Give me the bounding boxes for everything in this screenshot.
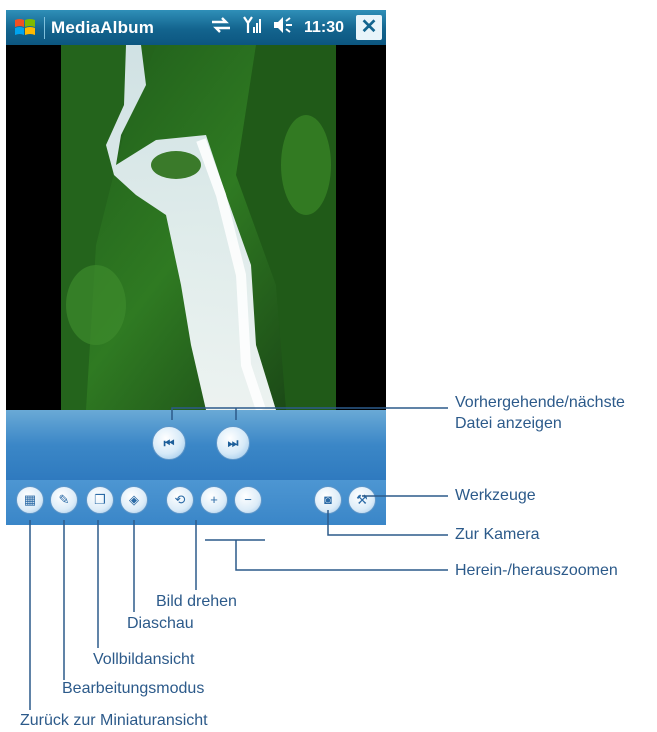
label-slideshow: Diaschau — [127, 615, 194, 632]
windows-start-icon[interactable] — [12, 15, 38, 41]
label-prev-next-line1: Vorhergehende/nächste — [455, 394, 625, 411]
sync-arrows-icon[interactable] — [210, 16, 232, 39]
tools-button[interactable]: ⚒ — [348, 486, 376, 514]
app-title: MediaAlbum — [51, 17, 155, 37]
zoom-in-button[interactable]: + — [200, 486, 228, 514]
fullscreen-button[interactable]: ❐ — [86, 486, 114, 514]
slideshow-button[interactable]: ◈ — [120, 486, 148, 514]
toolbar: ▦ ✎ ❐ ◈ ⟲ + − ◙ ⚒ — [6, 480, 386, 525]
label-tools: Werkzeuge — [455, 487, 536, 504]
zoom-out-button[interactable]: − — [234, 486, 262, 514]
volume-icon[interactable] — [272, 16, 294, 39]
waterfall-photo — [61, 45, 336, 410]
close-button[interactable]: ✕ — [356, 15, 382, 40]
label-rotate: Bild drehen — [156, 593, 237, 610]
label-edit-mode: Bearbeitungsmodus — [62, 680, 205, 697]
thumbnail-view-button[interactable]: ▦ — [16, 486, 44, 514]
label-prev-next-line2: Datei anzeigen — [455, 415, 562, 432]
clock[interactable]: 11:30 — [304, 19, 344, 37]
rotate-button[interactable]: ⟲ — [166, 486, 194, 514]
pda-screen: MediaAlbum 11:30 ✕ ⏮ ⏭ ▦ ✎ ❐ ◈ ⟲ + − ◙ ⚒ — [6, 0, 386, 525]
status-area: 11:30 — [210, 10, 344, 45]
previous-file-button[interactable]: ⏮ — [152, 426, 186, 460]
photo-viewer[interactable] — [6, 45, 386, 410]
line-zoom — [205, 539, 448, 571]
label-thumbnail: Zurück zur Miniaturansicht — [20, 712, 208, 729]
navigation-bar: ⏮ ⏭ — [6, 410, 386, 480]
signal-icon[interactable] — [242, 15, 262, 40]
title-separator — [44, 16, 45, 39]
label-zoom: Herein-/herauszoomen — [455, 562, 618, 579]
label-fullscreen: Vollbildansicht — [93, 651, 195, 668]
camera-button[interactable]: ◙ — [314, 486, 342, 514]
title-bar: MediaAlbum 11:30 ✕ — [6, 10, 386, 45]
edit-mode-button[interactable]: ✎ — [50, 486, 78, 514]
label-camera: Zur Kamera — [455, 526, 540, 543]
next-file-button[interactable]: ⏭ — [216, 426, 250, 460]
